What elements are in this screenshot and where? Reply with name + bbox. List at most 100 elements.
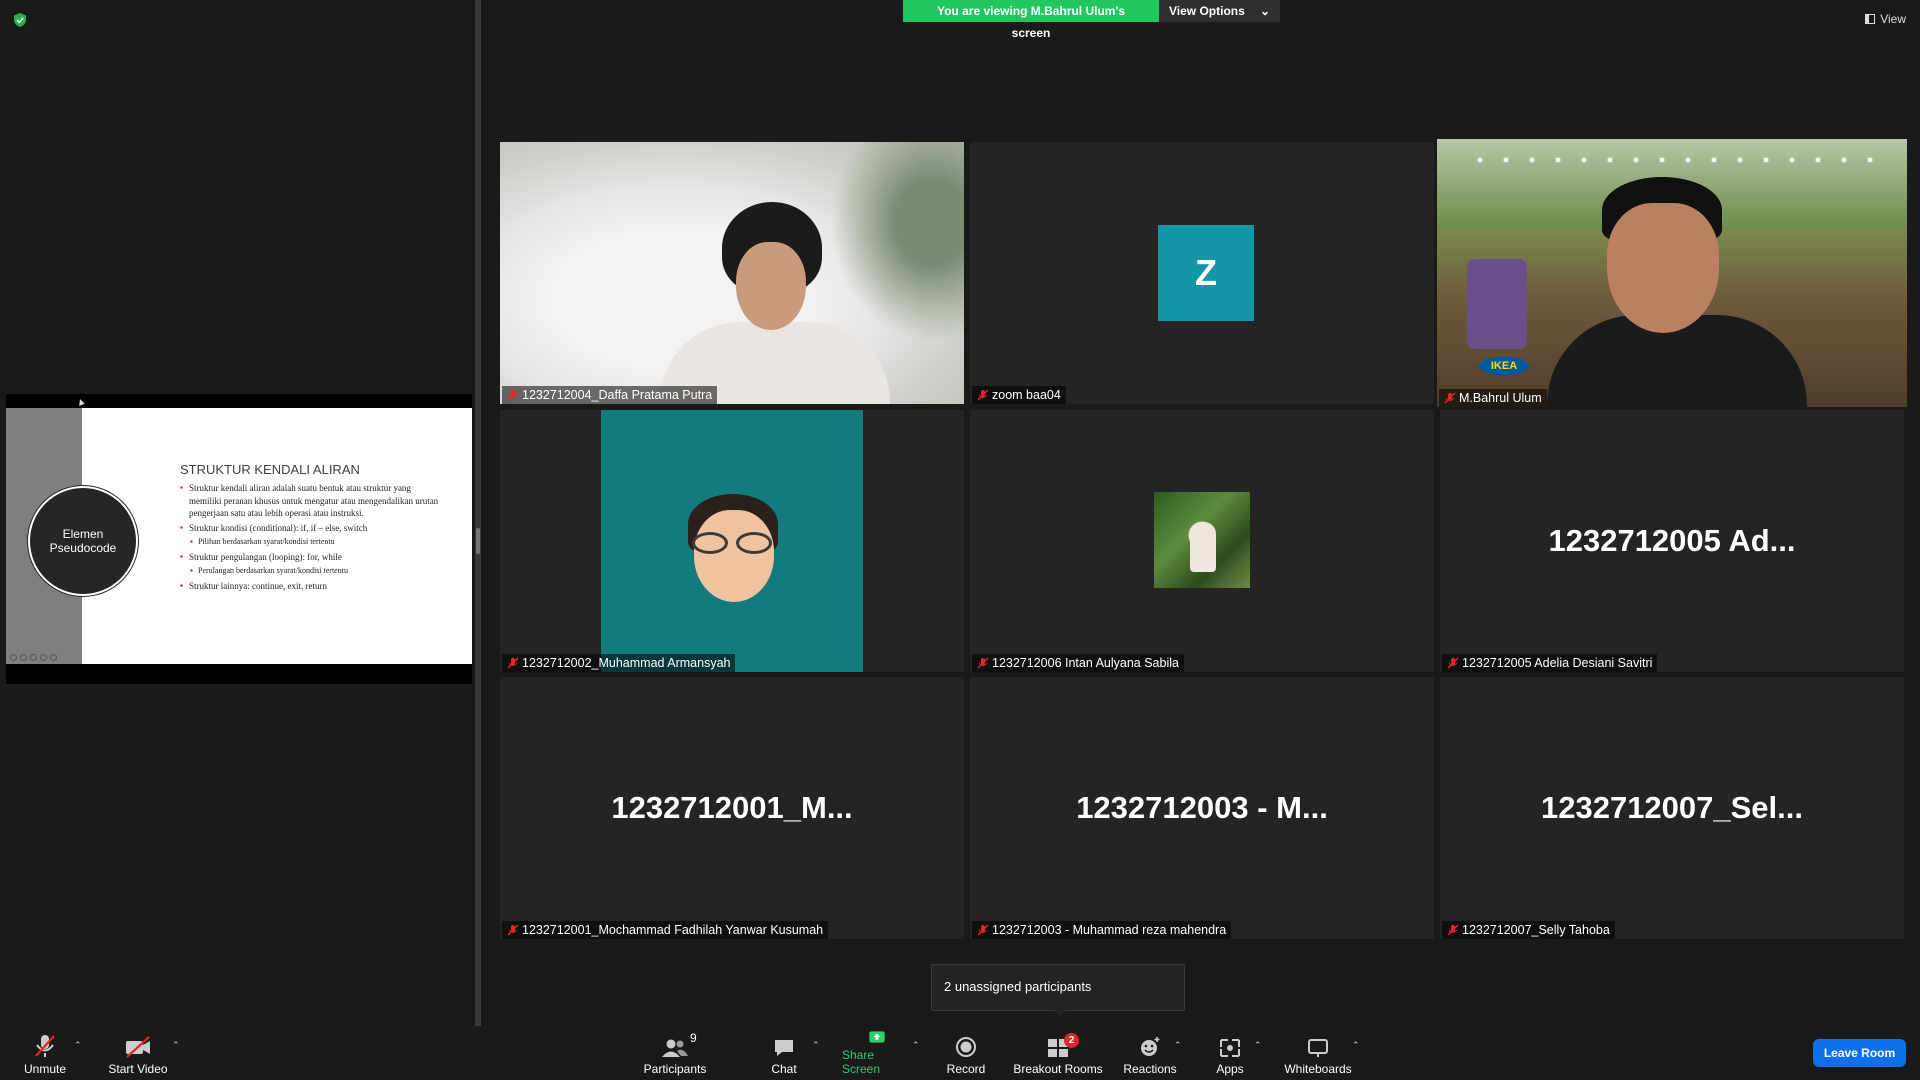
participant-name: 1232712007_Selly Tahoba [1442, 921, 1615, 939]
presentation-slide: Elemen Pseudocode STRUKTUR KENDALI ALIRA… [6, 408, 472, 664]
glasses-icon [690, 532, 776, 554]
participant-name-label: zoom baa04 [992, 388, 1061, 402]
apps-options-chevron-icon[interactable]: ⌃ [1254, 1040, 1262, 1051]
apps-label: Apps [1216, 1062, 1244, 1076]
chat-label: Chat [771, 1062, 797, 1076]
avatar: Z [1158, 225, 1254, 321]
shared-screen-panel: Elemen Pseudocode STRUKTUR KENDALI ALIRA… [0, 0, 475, 1026]
string-lights [1467, 147, 1887, 173]
zoom-meeting-window: Elemen Pseudocode STRUKTUR KENDALI ALIRA… [0, 0, 1920, 1080]
video-tile-armansyah[interactable]: 1232712002_Muhammad Armansyah [500, 410, 964, 672]
breakout-rooms-button[interactable]: Breakout Rooms [1012, 1030, 1104, 1078]
view-options-button[interactable]: View Options ⌄ [1159, 0, 1280, 22]
more-icon[interactable] [50, 654, 57, 661]
muted-mic-icon [1447, 657, 1459, 669]
slide-bullet: Struktur kondisi (conditional): if, if –… [180, 522, 440, 535]
whiteboards-options-chevron-icon[interactable]: ⌃ [1352, 1040, 1360, 1051]
participant-video: IKEA [1437, 139, 1907, 407]
participants-button[interactable]: Participants [640, 1030, 710, 1078]
slide-title: STRUKTUR KENDALI ALIRAN [180, 462, 360, 477]
chat-button[interactable]: Chat [768, 1030, 800, 1078]
participant-name: 1232712002_Muhammad Armansyah [502, 654, 736, 672]
muted-mic-icon [977, 924, 989, 936]
video-tile-adelia[interactable]: 1232712005 Ad... 1232712005 Adelia Desia… [1440, 410, 1904, 672]
shared-screen-view[interactable]: Elemen Pseudocode STRUKTUR KENDALI ALIRA… [6, 394, 472, 684]
participant-name-label: 1232712007_Selly Tahoba [1462, 923, 1610, 937]
video-tile-zoom-baa04[interactable]: Z zoom baa04 [970, 142, 1434, 404]
unmute-button[interactable]: Unmute [20, 1030, 70, 1078]
share-screen-button[interactable]: Share Screen [842, 1030, 912, 1078]
breakout-badge: 2 [1064, 1033, 1079, 1048]
participant-face [736, 242, 806, 330]
view-button[interactable]: View [1865, 12, 1906, 26]
slide-bullet: Struktur lainnya: continue, exit, return [180, 580, 440, 593]
participants-icon [662, 1039, 688, 1057]
participant-name: 1232712004_Daffa Pratama Putra [502, 386, 718, 404]
participant-display-name: 1232712003 - M... [1076, 790, 1328, 825]
chat-options-chevron-icon[interactable]: ⌃ [812, 1040, 820, 1051]
reactions-label: Reactions [1123, 1062, 1177, 1076]
memoji-face [694, 510, 774, 602]
participant-display-name: 1232712007_Sel... [1540, 790, 1804, 825]
audio-options-chevron-icon[interactable]: ⌃ [74, 1040, 82, 1051]
share-screen-label: Share Screen [842, 1048, 881, 1076]
reactions-options-chevron-icon[interactable]: ⌃ [1174, 1040, 1182, 1051]
participant-name: 1232712001_Mochammad Fadhilah Yanwar Kus… [502, 921, 829, 939]
record-icon [956, 1037, 976, 1057]
video-tile-selly[interactable]: 1232712007_Sel... 1232712007_Selly Tahob… [1440, 677, 1904, 939]
participant-name: 1232712005 Adelia Desiani Savitri [1442, 654, 1658, 672]
slide-circle-text-1: Elemen [62, 527, 104, 541]
reactions-icon [1141, 1037, 1160, 1056]
photo-person [1190, 522, 1216, 572]
viewing-screen-label: You are viewing M.Bahrul Ulum's screen [903, 0, 1159, 40]
slideshow-controls[interactable] [10, 654, 57, 661]
unassigned-participants-tooltip[interactable]: 2 unassigned participants [931, 964, 1185, 1017]
pen-icon[interactable] [20, 654, 27, 661]
whiteboards-button[interactable]: Whiteboards [1282, 1030, 1354, 1078]
panel-divider[interactable] [475, 0, 481, 1026]
view-label: View [1880, 12, 1906, 26]
zoom-icon[interactable] [40, 654, 47, 661]
muted-mic-icon [507, 924, 519, 936]
record-button[interactable]: Record [945, 1030, 987, 1078]
slide-sub-bullet: Perulangan berdasarkan syarat/kondisi te… [180, 565, 440, 578]
slide-bullet: Struktur kendali aliran adalah suatu ben… [180, 482, 440, 520]
slides-icon[interactable] [30, 654, 37, 661]
apps-button[interactable]: Apps [1212, 1030, 1248, 1078]
participant-name: zoom baa04 [972, 386, 1066, 404]
reactions-button[interactable]: Reactions [1120, 1030, 1180, 1078]
video-options-chevron-icon[interactable]: ⌃ [172, 1040, 180, 1051]
participant-name: M.Bahrul Ulum [1439, 389, 1547, 407]
start-video-label: Start Video [108, 1062, 168, 1076]
participant-name-label: 1232712002_Muhammad Armansyah [522, 656, 731, 670]
participant-name-label: 1232712001_Mochammad Fadhilah Yanwar Kus… [522, 923, 824, 937]
unmute-label: Unmute [23, 1062, 67, 1076]
meeting-toolbar: Unmute ⌃ Start Video ⌃ Participants 9 Ch… [0, 1026, 1920, 1080]
leave-room-button[interactable]: Leave Room [1813, 1039, 1906, 1067]
apps-icon [1220, 1039, 1240, 1057]
slide-bullet: Struktur pengulangan (looping): for, whi… [180, 551, 440, 564]
ikea-logo: IKEA [1479, 357, 1529, 375]
muted-mic-icon [507, 389, 519, 401]
participant-name: 1232712006 Intan Aulyana Sabila [972, 654, 1184, 672]
video-off-icon [126, 1036, 150, 1058]
video-tile-bahrul-ulum[interactable]: IKEA M.Bahrul Ulum [1437, 139, 1907, 407]
participant-name-label: 1232712004_Daffa Pratama Putra [522, 388, 713, 402]
divider-grip-handle[interactable] [476, 528, 480, 554]
prev-slide-icon[interactable] [10, 654, 17, 661]
slide-circle-text-2: Pseudocode [49, 541, 117, 555]
video-tile-mochammad[interactable]: 1232712001_M... 1232712001_Mochammad Fad… [500, 677, 964, 939]
shield-icon[interactable] [12, 12, 28, 28]
video-tile-intan[interactable]: 1232712006 Intan Aulyana Sabila [970, 410, 1434, 672]
video-tile-reza[interactable]: 1232712003 - M... 1232712003 - Muhammad … [970, 677, 1434, 939]
start-video-button[interactable]: Start Video [106, 1030, 170, 1078]
video-tile-daffa[interactable]: 1232712004_Daffa Pratama Putra [500, 142, 964, 404]
chevron-down-icon: ⌄ [1259, 4, 1270, 18]
share-options-chevron-icon[interactable]: ⌃ [912, 1040, 920, 1051]
muted-mic-icon [35, 1035, 55, 1057]
muted-mic-icon [507, 657, 519, 669]
muted-mic-icon [977, 657, 989, 669]
participant-name: 1232712003 - Muhammad reza mahendra [972, 921, 1232, 939]
slide-sub-bullet: Pilihan berdasarkan syarat/kondisi terte… [180, 536, 440, 549]
whiteboard-icon [1308, 1039, 1328, 1057]
